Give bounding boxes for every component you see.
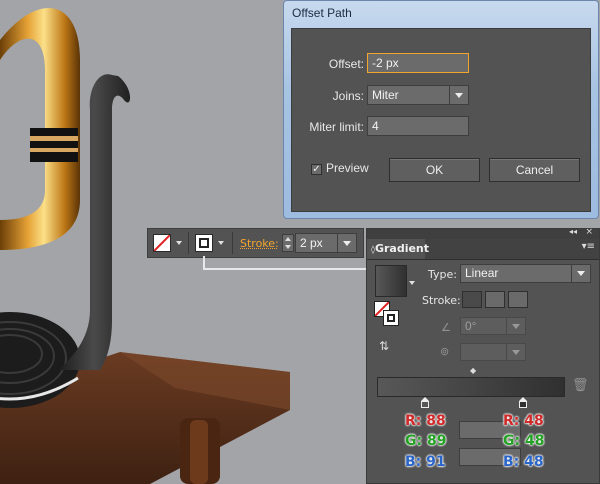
fill-stroke-toggle-icon[interactable] bbox=[374, 301, 400, 327]
preview-checkbox[interactable]: ✓ bbox=[311, 164, 322, 175]
offset-path-dialog: Offset Path Offset: -2 px Joins: Miter M… bbox=[283, 0, 599, 219]
panel-header-strip: ◂◂ × bbox=[367, 227, 599, 239]
connector-line bbox=[203, 256, 370, 270]
angle-select[interactable]: 0° bbox=[460, 317, 526, 335]
joins-select[interactable]: Miter bbox=[367, 85, 469, 105]
delete-stop-icon[interactable]: 🗑 bbox=[572, 378, 589, 393]
right-stop-b: B: 48 bbox=[503, 454, 544, 470]
reverse-gradient-icon[interactable]: ⇅ bbox=[379, 339, 389, 353]
close-icon[interactable]: × bbox=[585, 227, 593, 237]
panel-menu-icon[interactable]: ▾≡ bbox=[582, 241, 595, 252]
cancel-button[interactable]: Cancel bbox=[489, 158, 580, 182]
fill-none-swatch-icon[interactable] bbox=[153, 234, 171, 252]
chevron-down-icon bbox=[449, 86, 468, 104]
gradient-slider-bar[interactable] bbox=[377, 377, 565, 397]
left-stop-r: R: 88 bbox=[405, 413, 446, 429]
gradient-stop-right[interactable] bbox=[519, 397, 527, 408]
stepper-icon[interactable] bbox=[282, 234, 294, 252]
midpoint-diamond-icon[interactable]: ◆ bbox=[470, 366, 476, 375]
dialog-title: Offset Path bbox=[292, 6, 352, 20]
tab-gradient[interactable]: ◊Gradient bbox=[367, 239, 429, 259]
stroke-label: Stroke: bbox=[422, 294, 461, 307]
left-stop-b: B: 91 bbox=[405, 454, 446, 470]
stroke-swatch-icon[interactable] bbox=[195, 234, 213, 252]
type-select[interactable]: Linear bbox=[460, 264, 591, 283]
fill-dropdown-arrow-icon[interactable] bbox=[176, 241, 182, 245]
collapse-icon[interactable]: ◂◂ bbox=[569, 227, 577, 236]
chevron-down-icon bbox=[506, 344, 525, 360]
stroke-dropdown-arrow-icon[interactable] bbox=[218, 241, 224, 245]
dialog-body: Offset: -2 px Joins: Miter Miter limit: … bbox=[291, 28, 591, 212]
stroke-label[interactable]: Stroke: bbox=[240, 237, 279, 250]
type-value: Linear bbox=[465, 266, 499, 280]
gradient-preset-arrow-icon[interactable] bbox=[409, 281, 415, 285]
gradient-preview-swatch[interactable] bbox=[375, 265, 407, 297]
left-stop-g: G: 89 bbox=[405, 433, 447, 449]
panel-tabbar: ◊Gradient ▾≡ bbox=[367, 239, 599, 260]
stroke-along-icon[interactable] bbox=[485, 291, 505, 308]
preview-label[interactable]: Preview bbox=[326, 161, 369, 175]
chevron-down-icon bbox=[571, 265, 590, 282]
miter-limit-label: Miter limit: bbox=[309, 120, 364, 134]
aspect-ratio-icon: ⊚ bbox=[440, 345, 450, 358]
chevron-down-icon bbox=[506, 318, 525, 334]
chevron-down-icon[interactable] bbox=[337, 234, 356, 252]
miter-limit-input[interactable]: 4 bbox=[367, 116, 469, 136]
stroke-weight-input[interactable]: 2 px bbox=[295, 233, 357, 253]
control-bar: Stroke: 2 px bbox=[147, 228, 364, 258]
right-stop-g: G: 48 bbox=[503, 433, 545, 449]
joins-value: Miter bbox=[372, 88, 399, 102]
gradient-panel: ◂◂ × ◊Gradient ▾≡ ⇅ Type: Linear Stroke:… bbox=[366, 227, 600, 484]
offset-label: Offset: bbox=[328, 57, 364, 71]
stroke-within-icon[interactable] bbox=[462, 291, 482, 308]
gradient-stop-left[interactable] bbox=[421, 397, 429, 408]
joins-label: Joins: bbox=[332, 89, 364, 103]
aspect-select[interactable] bbox=[460, 343, 526, 361]
type-label: Type: bbox=[428, 268, 457, 281]
angle-icon: ∠ bbox=[441, 321, 451, 334]
stroke-across-icon[interactable] bbox=[508, 291, 528, 308]
right-stop-r: R: 48 bbox=[503, 413, 544, 429]
ok-button[interactable]: OK bbox=[389, 158, 480, 182]
offset-input[interactable]: -2 px bbox=[367, 53, 469, 73]
